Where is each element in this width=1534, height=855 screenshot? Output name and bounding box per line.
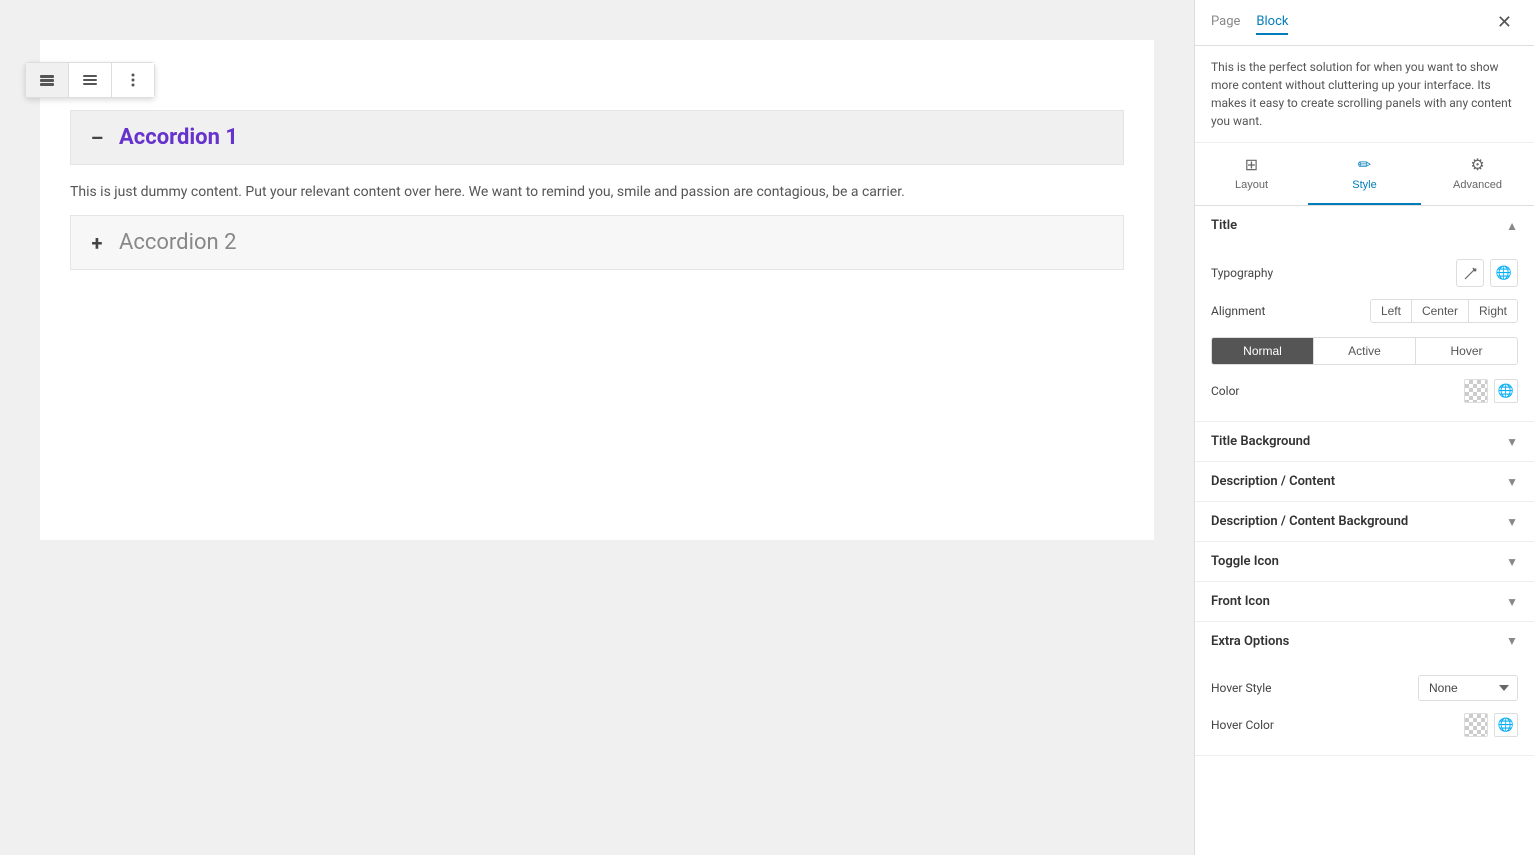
hover-style-select[interactable]: None Lift Grow Shrink Pulse [1418, 675, 1518, 701]
sidebar: Page Block ✕ This is the perfect solutio… [1194, 0, 1534, 855]
section-extra-options-body: Hover Style None Lift Grow Shrink Pulse … [1195, 661, 1534, 755]
style-icon: ✏ [1358, 155, 1371, 175]
section-description-content-label: Description / Content [1211, 474, 1335, 489]
typography-row: Typography 🌐 [1211, 253, 1518, 293]
layout-icon: ⊞ [1245, 155, 1258, 175]
list-icon [81, 71, 99, 89]
typography-global-icon[interactable]: 🌐 [1490, 259, 1518, 287]
align-left-button[interactable]: Left [1371, 300, 1412, 322]
toolbar-button-2[interactable] [69, 63, 112, 97]
section-description-content-background-header[interactable]: Description / Content Background ▼ [1195, 502, 1534, 541]
typography-edit-icon[interactable] [1456, 259, 1484, 287]
section-description-content: Description / Content ▼ [1195, 462, 1534, 502]
section-front-icon-header[interactable]: Front Icon ▼ [1195, 582, 1534, 621]
hover-style-label: Hover Style [1211, 681, 1271, 695]
accordion-toggle-2: + [87, 233, 107, 253]
section-front-icon-chevron: ▼ [1506, 595, 1518, 609]
sidebar-mode-tabs: ⊞ Layout ✏ Style ⚙ Advanced [1195, 143, 1534, 206]
canvas-area: – Accordion 1 This is just dummy content… [0, 0, 1194, 855]
more-options-icon [124, 71, 142, 89]
sidebar-tab-page[interactable]: Page [1211, 10, 1240, 35]
accordion-toggle-1: – [87, 128, 107, 148]
section-title: Title ▲ Typography 🌐 [1195, 206, 1534, 422]
section-description-content-chevron: ▼ [1506, 475, 1518, 489]
color-preview[interactable] [1464, 379, 1488, 403]
align-right-button[interactable]: Right [1469, 300, 1517, 322]
hover-color-controls: 🌐 [1464, 713, 1518, 737]
alignment-row: Alignment Left Center Right [1211, 293, 1518, 329]
sidebar-close-button[interactable]: ✕ [1491, 10, 1518, 35]
accordion-item-2: + Accordion 2 [70, 215, 1124, 270]
section-extra-options-header[interactable]: Extra Options ▲ [1195, 622, 1534, 661]
state-tab-hover[interactable]: Hover [1416, 338, 1517, 364]
section-title-background: Title Background ▼ [1195, 422, 1534, 462]
alignment-group: Left Center Right [1370, 299, 1518, 323]
section-description-content-background: Description / Content Background ▼ [1195, 502, 1534, 542]
section-toggle-icon: Toggle Icon ▼ [1195, 542, 1534, 582]
section-toggle-icon-label: Toggle Icon [1211, 554, 1279, 569]
accordion-block: – Accordion 1 This is just dummy content… [70, 110, 1124, 270]
section-description-content-background-label: Description / Content Background [1211, 514, 1408, 529]
section-extra-options-chevron: ▲ [1506, 635, 1518, 649]
section-extra-options: Extra Options ▲ Hover Style None Lift Gr… [1195, 622, 1534, 756]
section-toggle-icon-header[interactable]: Toggle Icon ▼ [1195, 542, 1534, 581]
section-title-background-header[interactable]: Title Background ▼ [1195, 422, 1534, 461]
move-icon [38, 71, 56, 89]
sidebar-description: This is the perfect solution for when yo… [1195, 46, 1534, 143]
section-title-body: Typography 🌐 Alignment [1195, 245, 1534, 421]
accordion-header-1[interactable]: – Accordion 1 [70, 110, 1124, 165]
section-toggle-icon-chevron: ▼ [1506, 555, 1518, 569]
color-label: Color [1211, 384, 1239, 398]
state-tab-normal[interactable]: Normal [1212, 338, 1314, 364]
section-title-header[interactable]: Title ▲ [1195, 206, 1534, 245]
hover-color-label: Hover Color [1211, 718, 1274, 732]
section-extra-options-label: Extra Options [1211, 634, 1289, 649]
alignment-label: Alignment [1211, 304, 1265, 318]
tab-advanced-label: Advanced [1453, 179, 1502, 191]
state-tabs: Normal Active Hover [1211, 337, 1518, 365]
tab-style[interactable]: ✏ Style [1308, 143, 1421, 205]
section-title-background-chevron: ▼ [1506, 435, 1518, 449]
accordion-title-1: Accordion 1 [119, 125, 238, 150]
hover-color-row: Hover Color 🌐 [1211, 707, 1518, 743]
color-controls: 🌐 [1464, 379, 1518, 403]
typography-label: Typography [1211, 266, 1273, 280]
hover-color-global-icon[interactable]: 🌐 [1494, 713, 1518, 737]
accordion-title-2: Accordion 2 [119, 230, 236, 255]
hover-style-row: Hover Style None Lift Grow Shrink Pulse [1211, 669, 1518, 707]
sidebar-top-tabs: Page Block [1211, 10, 1288, 35]
toolbar-button-3[interactable] [112, 63, 154, 97]
tab-layout-label: Layout [1235, 179, 1268, 191]
advanced-icon: ⚙ [1470, 155, 1484, 175]
hover-color-preview[interactable] [1464, 713, 1488, 737]
tab-layout[interactable]: ⊞ Layout [1195, 143, 1308, 205]
sidebar-header: Page Block ✕ [1195, 0, 1534, 46]
section-title-background-label: Title Background [1211, 434, 1310, 449]
section-title-chevron: ▲ [1506, 219, 1518, 233]
align-center-button[interactable]: Center [1412, 300, 1469, 322]
tab-advanced[interactable]: ⚙ Advanced [1421, 143, 1534, 205]
color-row: Color 🌐 [1211, 373, 1518, 409]
section-title-label: Title [1211, 218, 1237, 233]
accordion-body-text-1: This is just dummy content. Put your rel… [70, 181, 1124, 203]
section-description-content-header[interactable]: Description / Content ▼ [1195, 462, 1534, 501]
block-toolbar [25, 62, 155, 98]
accordion-item-1: – Accordion 1 This is just dummy content… [70, 110, 1124, 211]
state-tab-active[interactable]: Active [1314, 338, 1416, 364]
accordion-body-1: This is just dummy content. Put your rel… [70, 165, 1124, 211]
tab-style-label: Style [1352, 179, 1376, 191]
sidebar-tab-block[interactable]: Block [1256, 10, 1288, 35]
section-front-icon: Front Icon ▼ [1195, 582, 1534, 622]
section-front-icon-label: Front Icon [1211, 594, 1270, 609]
toolbar-button-1[interactable] [26, 63, 69, 97]
section-description-content-background-chevron: ▼ [1506, 515, 1518, 529]
canvas-content: – Accordion 1 This is just dummy content… [40, 40, 1154, 540]
accordion-header-2[interactable]: + Accordion 2 [70, 215, 1124, 270]
typography-controls: 🌐 [1456, 259, 1518, 287]
color-global-icon[interactable]: 🌐 [1494, 379, 1518, 403]
